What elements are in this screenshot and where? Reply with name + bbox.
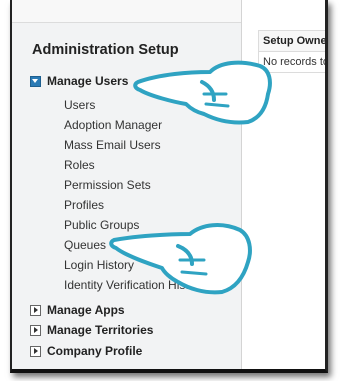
setup-window: Administration Setup Manage Users Users …: [10, 0, 328, 373]
sidebar-item-roles[interactable]: Roles: [64, 155, 205, 175]
setup-sidebar: Administration Setup Manage Users Users …: [12, 0, 242, 369]
sidebar-item-permission-sets[interactable]: Permission Sets: [64, 175, 205, 195]
manage-users-list: Users Adoption Manager Mass Email Users …: [64, 95, 205, 295]
table-header-setup-owner[interactable]: Setup Owner: [259, 31, 325, 52]
sidebar-item-profiles[interactable]: Profiles: [64, 195, 205, 215]
expanded-square-icon: [30, 75, 41, 87]
manage-apps-section[interactable]: Manage Apps: [30, 303, 125, 317]
manage-territories-section[interactable]: Manage Territories: [30, 323, 153, 337]
sidebar-item-queues[interactable]: Queues: [64, 235, 205, 255]
manage-apps-label: Manage Apps: [47, 303, 125, 317]
setup-owner-table: Setup Owner No records to display: [258, 30, 325, 73]
manage-territories-label: Manage Territories: [47, 323, 154, 337]
sidebar-top-strip: [12, 0, 241, 23]
sidebar-item-public-groups[interactable]: Public Groups: [64, 215, 205, 235]
manage-users-section[interactable]: Manage Users: [30, 74, 128, 88]
manage-users-label: Manage Users: [47, 74, 129, 88]
collapsed-square-icon: [30, 345, 41, 357]
company-profile-section[interactable]: Company Profile: [30, 344, 142, 358]
collapsed-square-icon: [30, 304, 41, 316]
sidebar-item-login-history[interactable]: Login History: [64, 255, 205, 275]
company-profile-label: Company Profile: [47, 344, 143, 358]
sidebar-item-identity-verification-history[interactable]: Identity Verification History: [64, 275, 205, 295]
sidebar-item-adoption-manager[interactable]: Adoption Manager: [64, 115, 205, 135]
collapsed-square-icon: [30, 324, 41, 336]
sidebar-title: Administration Setup: [32, 42, 179, 58]
main-content: Setup Owner No records to display: [242, 0, 325, 369]
sidebar-item-mass-email-users[interactable]: Mass Email Users: [64, 135, 205, 155]
sidebar-item-users[interactable]: Users: [64, 95, 205, 115]
empty-table-message: No records to display: [263, 56, 325, 68]
